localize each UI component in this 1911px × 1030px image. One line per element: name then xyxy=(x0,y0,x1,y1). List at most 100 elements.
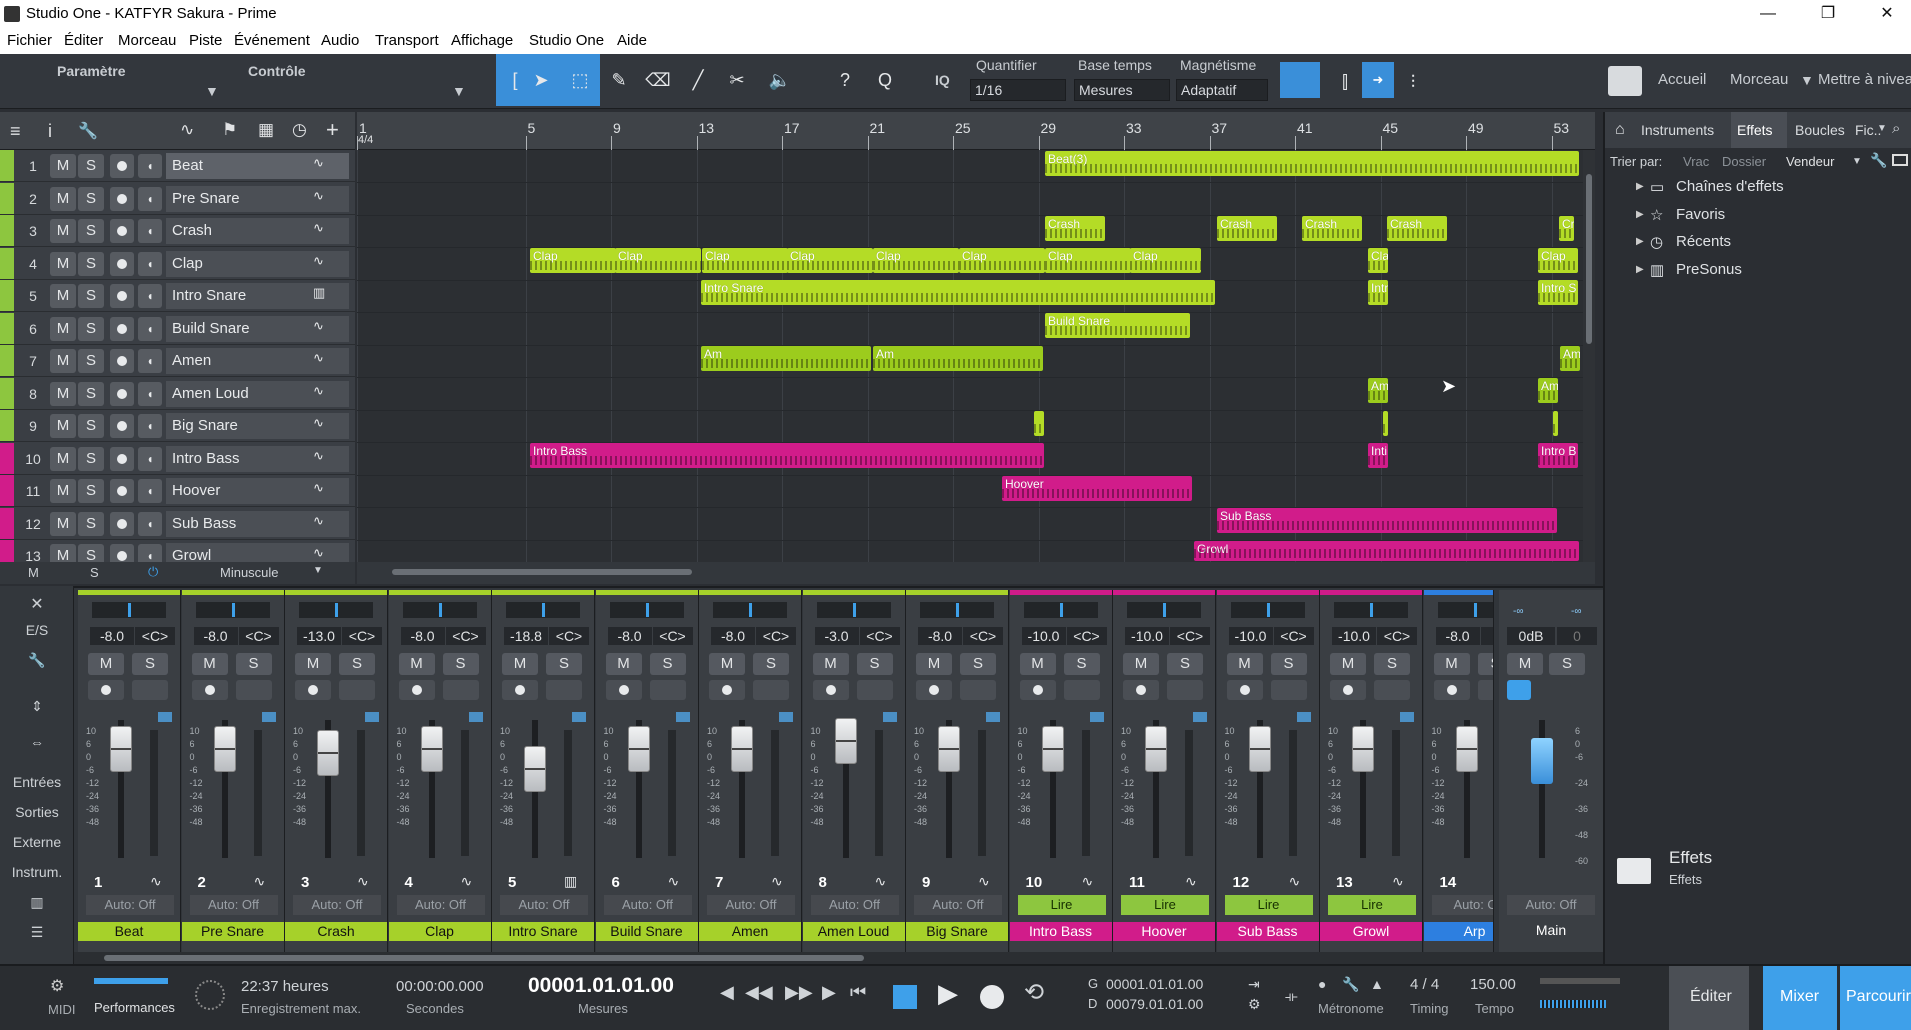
pan-value[interactable]: <C> xyxy=(756,627,796,645)
automation-mode[interactable]: Auto: Off xyxy=(914,895,1002,915)
track-record-button[interactable] xyxy=(110,284,134,308)
automation-mode[interactable]: Lire xyxy=(1224,895,1313,915)
wrench-icon[interactable]: 🔧 xyxy=(1870,152,1887,169)
monitor-button[interactable] xyxy=(960,680,996,700)
snap-select[interactable]: Adaptatif xyxy=(1176,79,1268,101)
clip-amen_short[interactable]: Am xyxy=(1538,378,1558,403)
pan-knob[interactable] xyxy=(609,602,684,618)
clip-amen[interactable]: Am xyxy=(701,346,871,371)
volume-fader[interactable] xyxy=(1455,726,1478,772)
pan-knob[interactable] xyxy=(1334,602,1408,618)
timebase-select[interactable]: Mesures xyxy=(1074,79,1170,101)
pan-knob[interactable] xyxy=(1127,602,1201,618)
track-solo-button[interactable]: S xyxy=(78,381,104,406)
solo-button[interactable]: S xyxy=(856,653,893,675)
volume-fader[interactable] xyxy=(1248,726,1271,772)
play-icon[interactable]: ▶ xyxy=(938,978,958,1009)
volume-value[interactable]: -3.0 xyxy=(814,627,859,645)
volume-value[interactable]: -10.0 xyxy=(1021,627,1066,645)
track-solo-button[interactable]: S xyxy=(78,349,104,373)
clip-crash[interactable]: Crash xyxy=(1302,216,1362,241)
track-mute-button[interactable]: M xyxy=(50,219,76,243)
browser-item-recents[interactable]: Récents xyxy=(1676,233,1731,250)
clip-amen[interactable]: Am xyxy=(873,346,1043,371)
clip-crash[interactable]: Crash xyxy=(1387,216,1447,241)
mute-button[interactable]: M xyxy=(1123,653,1159,675)
param-label[interactable]: Paramètre xyxy=(57,63,126,79)
track-monitor-icon[interactable]: ◖ xyxy=(138,479,162,503)
volume-value[interactable]: -13.0 xyxy=(297,627,341,645)
metronome-dot-icon[interactable]: ● xyxy=(1318,976,1326,992)
metronome-icon[interactable]: ▲ xyxy=(1370,976,1384,992)
track-height-select[interactable]: Minuscule xyxy=(220,565,279,580)
browser-item-chains[interactable]: Chaînes d'effets xyxy=(1676,178,1784,195)
eraser-tool-icon[interactable]: ⌫ xyxy=(643,64,673,96)
track-row[interactable]: 12 M S ◖ Sub Bass ∿ xyxy=(0,507,355,540)
browse-button[interactable]: Parcourir xyxy=(1846,988,1911,1006)
solo-button[interactable]: S xyxy=(339,653,375,675)
track-mute-button[interactable]: M xyxy=(50,316,76,341)
volume-value[interactable]: -10.0 xyxy=(1228,627,1273,645)
volume-fader[interactable] xyxy=(627,726,650,772)
clip-crash[interactable]: Crash xyxy=(1045,216,1105,241)
solo-button[interactable]: S xyxy=(235,653,272,675)
record-arm-button[interactable] xyxy=(1123,680,1159,700)
menu-transport[interactable]: Transport xyxy=(375,32,439,49)
track-monitor-icon[interactable]: ◖ xyxy=(138,446,162,471)
volume-value[interactable]: -18.8 xyxy=(504,627,548,645)
volume-value[interactable]: -8.0 xyxy=(400,627,445,645)
expand-icon[interactable]: ▶ xyxy=(1636,209,1644,220)
morceau-dropdown-icon[interactable]: ▼ xyxy=(1800,72,1814,88)
solo-button[interactable]: S xyxy=(546,653,582,675)
expand-icon[interactable]: ▶ xyxy=(1636,181,1644,192)
tab-effets[interactable]: Effets xyxy=(1737,122,1773,138)
track-row[interactable]: 1 M S ◖ Beat ∿ xyxy=(0,150,355,182)
wrench-icon[interactable]: 🔧 xyxy=(0,652,74,669)
monitor-button[interactable] xyxy=(132,680,168,700)
volume-value[interactable]: -8.0 xyxy=(193,627,238,645)
volume-value[interactable]: -10.0 xyxy=(1332,627,1376,645)
pan-knob[interactable] xyxy=(920,602,994,618)
volume-value[interactable]: -8.0 xyxy=(1435,627,1480,645)
range-tool-icon[interactable]: ⬚ xyxy=(565,64,595,96)
automation-mode[interactable]: Auto: Off xyxy=(603,895,692,915)
clip-event[interactable] xyxy=(1034,411,1044,436)
snap-grid-button[interactable] xyxy=(1280,62,1320,98)
control-dropdown-icon[interactable]: ▼ xyxy=(452,83,466,99)
track-row[interactable]: 3 M S ◖ Crash ∿ xyxy=(0,215,355,247)
monitor-button[interactable] xyxy=(649,680,686,700)
expand-horizontal-icon[interactable]: ⇔ xyxy=(0,734,74,750)
flag-icon[interactable]: ⚑ xyxy=(222,120,237,140)
upgrade-button[interactable]: Mettre à niveau xyxy=(1818,71,1911,88)
volume-fader[interactable] xyxy=(731,726,753,772)
clip-clap[interactable]: Clap xyxy=(1130,248,1201,273)
track-solo-button[interactable]: S xyxy=(78,316,104,341)
param-dropdown-icon[interactable]: ▼ xyxy=(205,83,219,99)
automation-mode[interactable]: Auto: Off xyxy=(500,895,588,915)
track-solo-button[interactable]: S xyxy=(78,479,104,503)
pan-knob[interactable] xyxy=(195,602,270,618)
pan-value[interactable]: <C> xyxy=(963,627,1003,645)
main-solo-button[interactable]: S xyxy=(1549,653,1585,675)
record-arm-button[interactable] xyxy=(88,680,124,700)
clip-clap[interactable]: Clap xyxy=(702,248,788,273)
solo-button[interactable]: S xyxy=(132,653,168,675)
solo-button[interactable]: S xyxy=(960,653,996,675)
pan-knob[interactable] xyxy=(299,602,373,618)
track-monitor-icon[interactable]: ◖ xyxy=(138,316,162,341)
mute-button[interactable]: M xyxy=(812,653,849,675)
tab-boucles[interactable]: Boucles xyxy=(1795,122,1845,138)
marker-icon[interactable]: ⫶ xyxy=(1398,66,1428,98)
solo-button[interactable]: S xyxy=(442,653,479,675)
wrench-icon[interactable]: 🔧 xyxy=(78,121,98,141)
monitor-button[interactable] xyxy=(1270,680,1307,700)
external-button[interactable]: Externe xyxy=(0,834,74,850)
monitor-button[interactable] xyxy=(339,680,375,700)
pan-value[interactable]: <C> xyxy=(135,627,175,645)
rewind-start-icon[interactable]: ◀ xyxy=(720,982,734,1003)
clip-crash[interactable]: Crash xyxy=(1217,216,1277,241)
track-monitor-icon[interactable]: ◖ xyxy=(138,219,162,243)
track-solo-button[interactable]: S xyxy=(78,414,104,438)
clip-clap[interactable]: Clap xyxy=(530,248,616,273)
track-solo-button[interactable]: S xyxy=(78,284,104,308)
